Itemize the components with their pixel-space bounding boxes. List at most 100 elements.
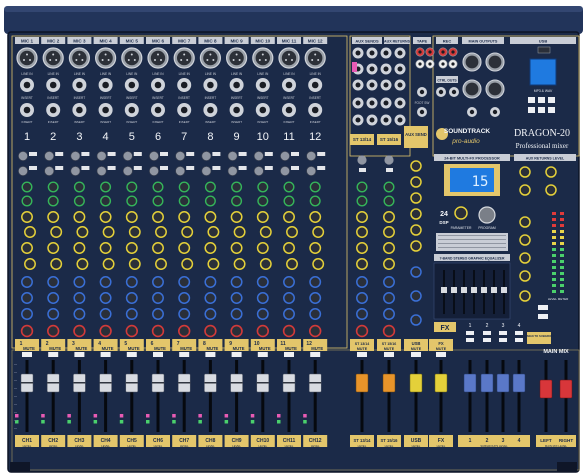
aux-knob[interactable] [256, 211, 269, 223]
pan-knob[interactable] [355, 324, 369, 338]
green-knob[interactable] [356, 195, 368, 207]
switch-pad[interactable] [133, 152, 142, 156]
eq-knob[interactable] [383, 292, 395, 304]
aux-knob[interactable] [181, 226, 194, 238]
aux-knob[interactable] [102, 226, 115, 238]
pan-knob[interactable] [46, 324, 60, 338]
stereo-gain-knob[interactable] [384, 155, 394, 165]
mute-button[interactable] [436, 352, 446, 357]
gain-knob[interactable] [149, 151, 159, 161]
aux-knob[interactable] [312, 226, 325, 238]
pan-knob[interactable] [204, 324, 217, 338]
gain-knob[interactable] [70, 151, 81, 161]
gain-knob[interactable] [175, 151, 186, 161]
subgroup-assign-button[interactable] [515, 331, 523, 335]
mute-button[interactable] [100, 352, 111, 357]
parameter-knob[interactable] [454, 206, 468, 220]
subgroup-assign-button[interactable] [515, 338, 523, 342]
aux-knob[interactable] [204, 211, 217, 223]
aux-knob[interactable] [256, 242, 269, 254]
green-knob[interactable] [21, 195, 33, 207]
aux-master-knob[interactable] [410, 314, 422, 326]
level-knob[interactable] [519, 234, 531, 246]
comp-knob[interactable] [280, 166, 290, 176]
aux-knob[interactable] [207, 258, 220, 270]
switch-pad[interactable] [107, 166, 116, 170]
fader-cap[interactable] [409, 373, 423, 393]
green-knob[interactable] [100, 181, 112, 193]
level-knob[interactable] [519, 290, 531, 302]
switch-pad[interactable] [538, 305, 548, 310]
aux-knob[interactable] [152, 211, 164, 223]
level-knob[interactable] [519, 216, 531, 228]
geq-fader-cap[interactable] [471, 287, 477, 293]
geq-fader-cap[interactable] [441, 287, 447, 293]
gain-knob[interactable] [306, 151, 317, 161]
usb-transport-button[interactable] [538, 107, 545, 113]
switch-pad[interactable] [81, 152, 90, 156]
green-knob[interactable] [283, 195, 295, 207]
switch-pad[interactable] [238, 166, 247, 170]
switch-pad[interactable] [186, 166, 195, 170]
switch-pad[interactable] [55, 152, 64, 156]
aux-knob[interactable] [207, 226, 220, 238]
level-knob[interactable] [519, 270, 531, 282]
pan-knob[interactable] [151, 324, 165, 338]
switch-pad[interactable] [264, 166, 273, 170]
gain-knob[interactable] [44, 151, 55, 161]
aux-knob[interactable] [286, 226, 298, 238]
green-knob[interactable] [309, 195, 321, 207]
pan-knob[interactable] [125, 324, 139, 338]
aux-master-knob[interactable] [410, 266, 422, 278]
usb-port[interactable] [537, 46, 551, 54]
geq-fader-cap[interactable] [491, 287, 497, 293]
mute-button[interactable] [257, 352, 268, 357]
eq-knob[interactable] [383, 308, 395, 320]
return-knob[interactable] [545, 184, 557, 196]
aux-knob[interactable] [356, 242, 368, 254]
aux-master-knob[interactable] [410, 224, 422, 236]
mute-button[interactable] [205, 352, 216, 357]
eq-knob[interactable] [99, 276, 112, 288]
eq-knob[interactable] [125, 276, 138, 288]
switch-pad[interactable] [386, 168, 393, 172]
gain-knob[interactable] [96, 151, 107, 161]
pan-knob[interactable] [178, 324, 191, 338]
aux-knob[interactable] [128, 258, 141, 270]
comp-knob[interactable] [253, 166, 264, 176]
subgroup-assign-button[interactable] [499, 331, 507, 335]
eq-knob[interactable] [21, 308, 33, 320]
green-knob[interactable] [178, 181, 190, 193]
geq-fader-cap[interactable] [501, 287, 507, 293]
aux-knob[interactable] [21, 242, 33, 254]
eq-knob[interactable] [99, 292, 112, 304]
aux-knob[interactable] [383, 258, 395, 270]
eq-knob[interactable] [230, 308, 243, 320]
green-knob[interactable] [383, 181, 395, 193]
aux-knob[interactable] [76, 258, 89, 270]
aux-master-knob[interactable] [410, 160, 422, 172]
subgroup-assign-button[interactable] [483, 331, 491, 335]
green-knob[interactable] [73, 195, 85, 207]
eq-knob[interactable] [99, 308, 112, 320]
pan-knob[interactable] [73, 324, 86, 338]
aux-master-knob[interactable] [410, 290, 422, 302]
aux-knob[interactable] [47, 242, 60, 254]
aux-knob[interactable] [309, 211, 322, 223]
aux-knob[interactable] [312, 258, 325, 270]
eq-knob[interactable] [178, 308, 191, 320]
aux-knob[interactable] [155, 258, 167, 270]
green-knob[interactable] [47, 181, 59, 193]
comp-knob[interactable] [306, 166, 317, 176]
aux-knob[interactable] [286, 258, 298, 270]
eq-knob[interactable] [309, 292, 322, 304]
fader-cap[interactable] [434, 373, 448, 393]
subgroup-assign-button[interactable] [483, 338, 491, 342]
green-knob[interactable] [257, 181, 269, 193]
aux-knob[interactable] [178, 242, 191, 254]
aux-knob[interactable] [73, 211, 86, 223]
aux-knob[interactable] [125, 242, 138, 254]
eq-knob[interactable] [204, 292, 217, 304]
eq-knob[interactable] [21, 292, 33, 304]
eq-knob[interactable] [47, 276, 60, 288]
